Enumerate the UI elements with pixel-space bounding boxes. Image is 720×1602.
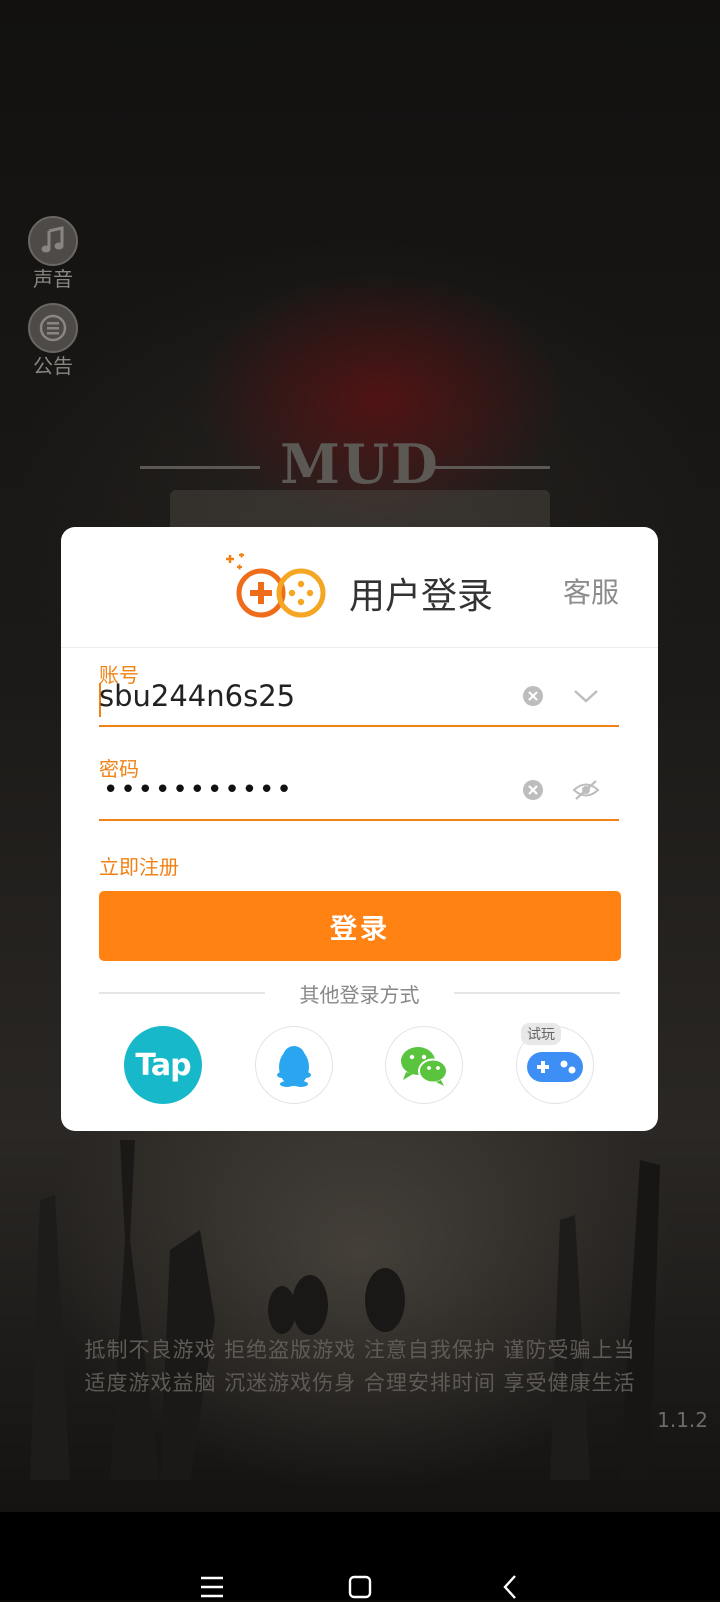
login-button[interactable]: 登录 bbox=[99, 891, 621, 961]
password-field[interactable]: ••••••••••• bbox=[99, 769, 619, 821]
wechat-login-button[interactable] bbox=[385, 1026, 463, 1104]
clear-account-icon[interactable] bbox=[522, 685, 544, 707]
tap-logo-text: Tap bbox=[135, 1047, 191, 1083]
trial-play-button[interactable]: 试玩 bbox=[516, 1023, 594, 1104]
notice-list-icon bbox=[28, 303, 78, 353]
dialog-header: 用户登录 客服 bbox=[61, 527, 658, 648]
menu-icon[interactable] bbox=[197, 1572, 227, 1602]
qq-penguin-icon bbox=[277, 1046, 311, 1087]
background-silhouettes bbox=[30, 1140, 660, 1480]
eye-hidden-icon[interactable] bbox=[571, 777, 601, 803]
trial-badge: 试玩 bbox=[521, 1023, 561, 1045]
customer-service-link[interactable]: 客服 bbox=[563, 571, 619, 611]
home-icon[interactable] bbox=[345, 1572, 375, 1602]
taptap-login-button[interactable]: Tap bbox=[124, 1026, 202, 1104]
notice-label: 公告 bbox=[33, 354, 73, 378]
music-note-icon bbox=[28, 216, 78, 266]
divider-right bbox=[454, 992, 620, 994]
health-slogan-line-2: 适度游戏益脑 沉迷游戏伤身 合理安排时间 享受健康生活 bbox=[84, 1371, 636, 1395]
password-input[interactable]: ••••••••••• bbox=[103, 775, 294, 805]
notice-button[interactable]: 公告 bbox=[26, 303, 80, 379]
back-icon[interactable] bbox=[496, 1572, 526, 1602]
account-input[interactable]: sbu244n6s25 bbox=[99, 679, 295, 713]
version-label: 1.1.2 bbox=[657, 1408, 708, 1432]
wechat-icon bbox=[401, 1047, 448, 1086]
account-field[interactable]: sbu244n6s25 bbox=[99, 675, 619, 727]
register-link[interactable]: 立即注册 bbox=[99, 851, 179, 880]
background-game-subtitle bbox=[170, 490, 550, 530]
background-game-title: MUD bbox=[280, 432, 440, 496]
dialog-title: 用户登录 bbox=[349, 576, 494, 617]
game-center-logo-icon bbox=[226, 553, 326, 618]
sound-label: 声音 bbox=[33, 267, 73, 291]
login-dialog: 用户登录 客服 账号 sbu244n6s25 密码 ••••••••••• 立即… bbox=[61, 527, 658, 1131]
health-slogan-line-1: 抵制不良游戏 拒绝盗版游戏 注意自我保护 谨防受骗上当 bbox=[84, 1338, 636, 1362]
chevron-down-icon[interactable] bbox=[571, 683, 601, 709]
qq-login-button[interactable] bbox=[255, 1026, 333, 1104]
sound-button[interactable]: 声音 bbox=[26, 216, 80, 292]
clear-password-icon[interactable] bbox=[522, 779, 544, 801]
